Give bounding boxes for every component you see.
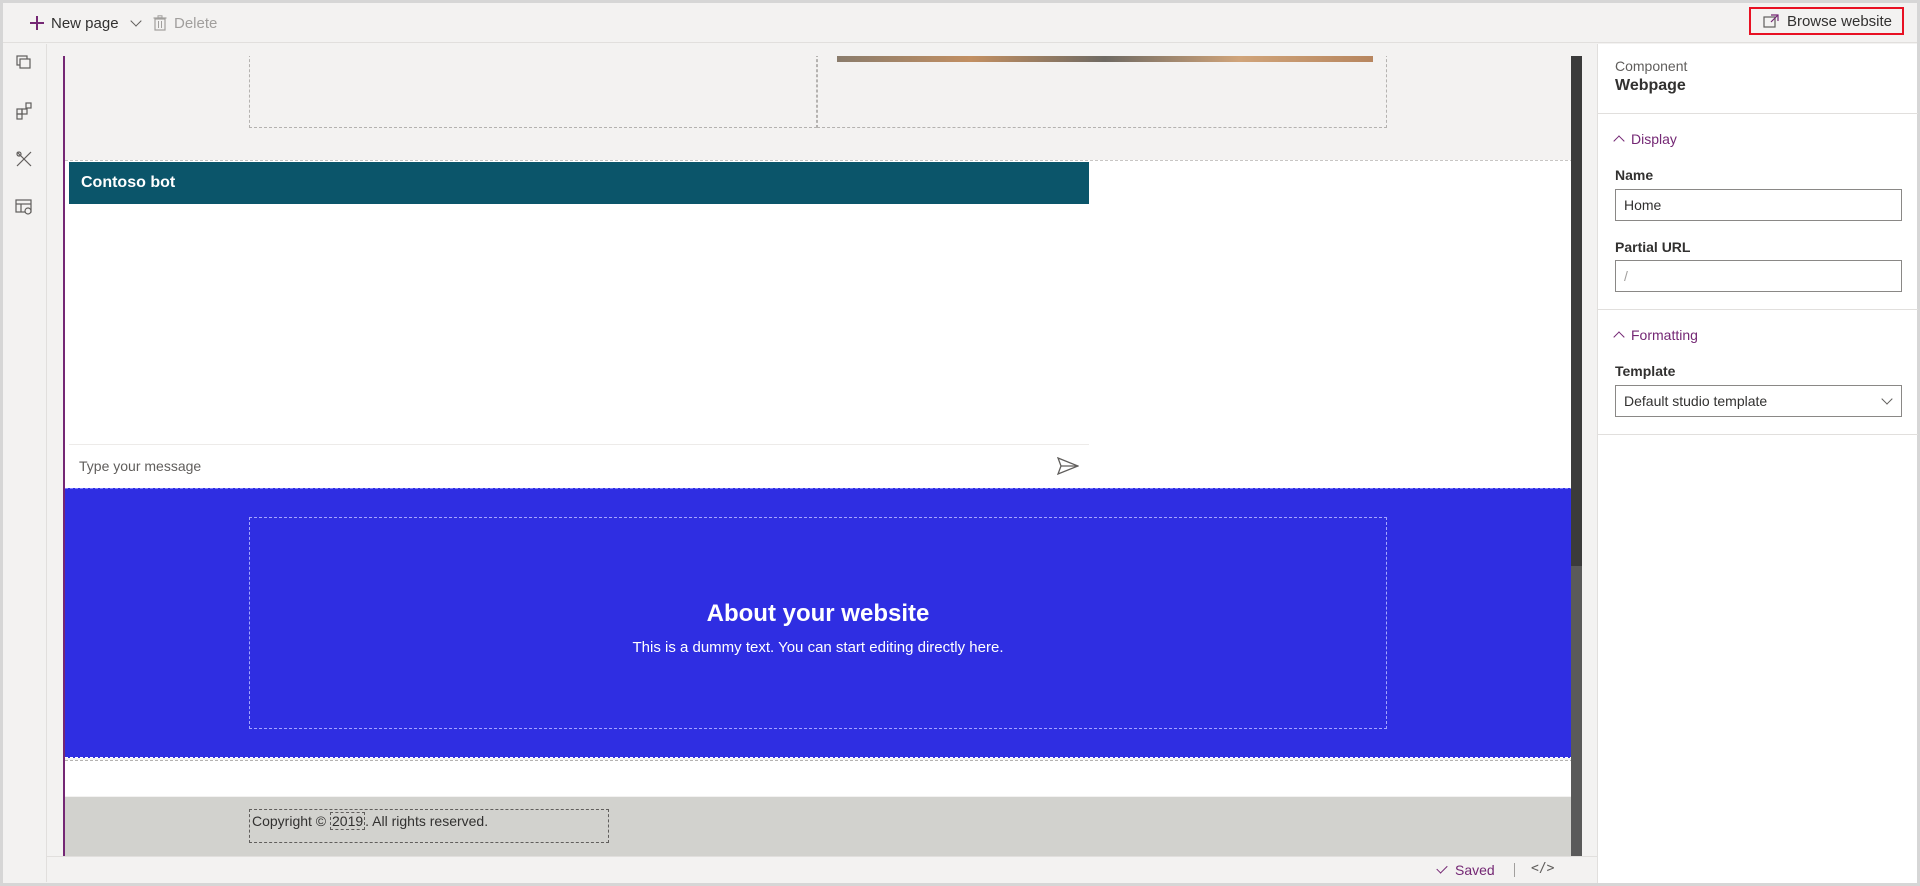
hero-image[interactable]	[837, 56, 1373, 62]
divider	[1598, 309, 1918, 310]
copyright-year[interactable]: 2019	[330, 812, 366, 830]
template-select[interactable]: Default studio template	[1615, 385, 1902, 417]
open-external-icon	[1763, 14, 1779, 28]
saved-label: Saved	[1455, 862, 1495, 878]
copyright-text[interactable]: Copyright © 2019. All rights reserved.	[249, 809, 609, 843]
new-page-button[interactable]: New page	[30, 3, 144, 43]
browse-website-button[interactable]: Browse website	[1748, 7, 1904, 35]
chevron-up-icon	[1613, 331, 1625, 343]
about-text-container[interactable]: About your website This is a dummy text.…	[249, 517, 1387, 729]
about-title[interactable]: About your website	[250, 600, 1386, 628]
chevron-down-icon[interactable]	[129, 15, 142, 27]
code-view-icon[interactable]: </>	[1531, 861, 1554, 876]
formatting-section-label: Formatting	[1631, 327, 1698, 343]
themes-icon[interactable]	[15, 150, 33, 168]
properties-pane: Component Webpage Display Name Partial U…	[1597, 44, 1918, 883]
delete-label: Delete	[174, 14, 218, 32]
about-text[interactable]: This is a dummy text. You can start edit…	[250, 639, 1386, 656]
status-separator	[1514, 863, 1515, 877]
divider	[1598, 113, 1918, 114]
name-field[interactable]	[1615, 189, 1902, 221]
chatbot-section[interactable]	[65, 160, 1571, 488]
status-bar: Saved </>	[47, 856, 1597, 883]
components-icon[interactable]	[15, 102, 33, 120]
about-section[interactable]: About your website This is a dummy text.…	[65, 488, 1571, 758]
send-icon[interactable]	[1057, 457, 1079, 475]
pane-kicker: Component	[1615, 58, 1688, 74]
display-section-toggle[interactable]: Display	[1613, 131, 1677, 147]
browse-website-label: Browse website	[1786, 12, 1892, 30]
plus-icon	[30, 16, 44, 30]
delete-button[interactable]: Delete	[153, 3, 217, 43]
chevron-up-icon	[1613, 135, 1625, 147]
left-rail	[3, 44, 47, 882]
image-placeholder-right[interactable]	[817, 56, 1387, 128]
saved-status: Saved	[1436, 862, 1495, 878]
chatbot-message-input[interactable]: Type your message	[69, 444, 1089, 486]
formatting-section-toggle[interactable]: Formatting	[1613, 327, 1698, 343]
chevron-down-icon	[1881, 392, 1893, 405]
pane-title: Webpage	[1615, 77, 1686, 94]
copyright-prefix: Copyright ©	[252, 813, 331, 829]
partial-url-field[interactable]	[1615, 260, 1902, 292]
pages-icon[interactable]	[15, 54, 33, 72]
chatbot-input-placeholder: Type your message	[79, 457, 202, 474]
divider	[1598, 434, 1918, 435]
canvas-scrollbar[interactable]	[1571, 56, 1582, 856]
display-section-label: Display	[1631, 131, 1677, 147]
template-select-value: Default studio template	[1624, 393, 1768, 409]
check-icon	[1436, 862, 1448, 874]
partial-url-label: Partial URL	[1615, 239, 1691, 255]
name-label: Name	[1615, 167, 1654, 183]
trash-icon	[153, 15, 167, 31]
footer-section[interactable]: Copyright © 2019. All rights reserved.	[65, 797, 1571, 856]
new-page-label: New page	[51, 14, 119, 32]
copyright-suffix: . All rights reserved.	[365, 813, 489, 829]
chatbot-header: Contoso bot	[69, 162, 1089, 204]
image-placeholder-left[interactable]	[249, 56, 817, 128]
templates-icon[interactable]	[15, 198, 33, 216]
command-bar: New page Delete Browse website	[3, 3, 1917, 43]
page-canvas[interactable]: Contoso bot Type your message About your…	[63, 56, 1571, 856]
template-label: Template	[1615, 363, 1676, 379]
spacer-section	[65, 760, 1571, 796]
canvas-scrollbar-thumb[interactable]	[1571, 56, 1582, 566]
